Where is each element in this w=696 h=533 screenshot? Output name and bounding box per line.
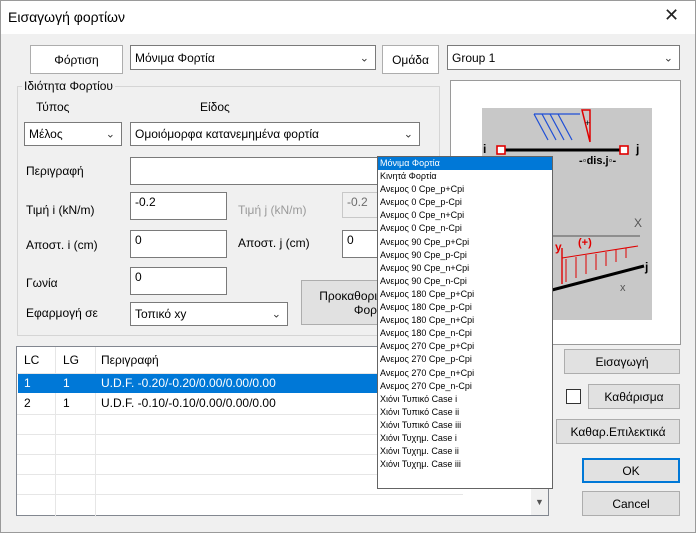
dropdown-item[interactable]: Ανεμος 90 Cpe_p+Cpi xyxy=(378,236,552,249)
cell-lc: 1 xyxy=(24,376,31,390)
dropdown-item[interactable]: Ανεμος 0 Cpe_p-Cpi xyxy=(378,196,552,209)
cell-description: U.D.F. -0.20/-0.20/0.00/0.00/0.00 xyxy=(101,376,276,390)
chevron-down-icon: ⌄ xyxy=(359,52,369,64)
ok-button[interactable]: OK xyxy=(582,458,680,483)
type-label: Τύπος xyxy=(36,100,70,114)
tab-loading[interactable]: Φόρτιση xyxy=(30,45,123,74)
dropdown-item[interactable]: Μόνιμα Φορτία xyxy=(378,157,552,171)
dropdown-item[interactable]: Ανεμος 90 Cpe_p-Cpi xyxy=(378,249,552,262)
chevron-down-icon: ⌄ xyxy=(105,128,115,141)
dropdown-item[interactable]: Ανεμος 90 Cpe_n-Cpi xyxy=(378,275,552,288)
dropdown-item[interactable]: Χιόνι Τυχημ. Case i xyxy=(378,432,552,445)
dropdown-item[interactable]: Ανεμος 180 Cpe_p-Cpi xyxy=(378,301,552,314)
dropdown-item[interactable]: Ανεμος 270 Cpe_p-Cpi xyxy=(378,353,552,366)
dropdown-item[interactable]: Ανεμος 180 Cpe_n+Cpi xyxy=(378,314,552,327)
dropdown-item[interactable]: Ανεμος 0 Cpe_n-Cpi xyxy=(378,222,552,235)
type-value: Μέλος xyxy=(29,127,63,141)
type-select[interactable]: Μέλος ⌄ xyxy=(24,122,122,146)
dropdown-item[interactable]: Ανεμος 0 Cpe_p+Cpi xyxy=(378,183,552,196)
kind-select[interactable]: Ομοιόμορφα κατανεμημένα φορτία ⌄ xyxy=(130,122,420,146)
node-j-marker xyxy=(619,145,629,155)
cell-lg: 1 xyxy=(63,396,70,410)
dropdown-item[interactable]: Κινητά Φορτία xyxy=(378,170,552,183)
node-i-marker xyxy=(496,145,506,155)
chevron-down-icon: ⌄ xyxy=(403,128,413,141)
window-title: Εισαγωγή φορτίων xyxy=(8,9,125,25)
dropdown-item[interactable]: Ανεμος 0 Cpe_n+Cpi xyxy=(378,209,552,222)
load-case-dropdown[interactable]: Μόνιμα Φορτία Κινητά Φορτία Ανεμος 0 Cpe_p… xyxy=(377,156,553,489)
angle-label: Γωνία xyxy=(26,276,58,290)
load-arrows-icon xyxy=(533,113,580,141)
scroll-down-icon[interactable]: ▼ xyxy=(535,497,544,507)
kind-value: Ομοιόμορφα κατανεμημένα φορτία xyxy=(135,127,319,141)
node-j-label: j xyxy=(636,142,640,156)
description-input[interactable] xyxy=(130,157,380,185)
group-value: Group 1 xyxy=(452,50,496,65)
predefined-loads-button[interactable]: Προκαθορι Φορ xyxy=(301,280,381,325)
dist-j-input[interactable]: 0 xyxy=(342,230,378,258)
cell-description: U.D.F. -0.10/-0.10/0.00/0.00/0.00 xyxy=(101,396,276,410)
value-j-label: Τιμή j (kN/m) xyxy=(238,203,307,217)
chevron-down-icon: ⌄ xyxy=(271,308,281,321)
properties-group-title: Ιδιότητα Φορτίου xyxy=(22,79,115,93)
predefined-line2: Φορ xyxy=(353,302,377,317)
column-header-lc[interactable]: LC xyxy=(24,353,39,367)
apply-label: Εφαρμογή σε xyxy=(26,306,98,320)
dropdown-item[interactable]: Χιόνι Τυχημ. Case iii xyxy=(378,458,552,471)
cell-lg: 1 xyxy=(63,376,70,390)
value-i-label: Τιμή i (kN/m) xyxy=(26,203,95,217)
dropdown-item[interactable]: Ανεμος 270 Cpe_p+Cpi xyxy=(378,340,552,353)
plus-sign-label: + xyxy=(585,118,591,128)
dropdown-item[interactable]: Χιόνι Τυπικό Case ii xyxy=(378,406,552,419)
dropdown-item[interactable]: Ανεμος 180 Cpe_n-Cpi xyxy=(378,327,552,340)
tab-group[interactable]: Ομάδα xyxy=(382,45,439,74)
load-baseline xyxy=(561,245,639,259)
predefined-line1: Προκαθορι xyxy=(319,288,377,303)
load-case-select[interactable]: Μόνιμα Φορτία ⌄ xyxy=(130,45,376,70)
close-icon[interactable]: ✕ xyxy=(664,5,679,26)
dropdown-item[interactable]: Ανεμος 270 Cpe_n+Cpi xyxy=(378,367,552,380)
value-j-input: -0.2 xyxy=(342,192,378,218)
dropdown-item[interactable]: Χιόνι Τυπικό Case i xyxy=(378,393,552,406)
dropdown-item[interactable]: Χιόνι Τυχημ. Case ii xyxy=(378,445,552,458)
dist-i-input[interactable]: 0 xyxy=(130,230,227,258)
clear-selected-button[interactable]: Καθαρ.Επιλεκτικά xyxy=(556,419,680,444)
axis-x-label: X xyxy=(634,216,643,230)
node-i-label: i xyxy=(483,142,487,156)
cancel-button[interactable]: Cancel xyxy=(582,491,680,516)
distance-label: -◦dis.j◦- xyxy=(579,155,617,167)
column-header-lg[interactable]: LG xyxy=(63,353,79,367)
axis-y-label: y xyxy=(555,240,562,254)
row-separator xyxy=(17,494,463,495)
dropdown-item[interactable]: Ανεμος 90 Cpe_n+Cpi xyxy=(378,262,552,275)
apply-select[interactable]: Τοπικό xy ⌄ xyxy=(130,302,288,326)
clear-button[interactable]: Καθάρισμα xyxy=(588,384,680,409)
group-select[interactable]: Group 1 ⌄ xyxy=(447,45,680,70)
sign-label: (+) xyxy=(578,237,592,249)
load-case-value: Μόνιμα Φορτία xyxy=(135,50,215,65)
apply-value: Τοπικό xy xyxy=(135,307,187,321)
dropdown-item[interactable]: Ανεμος 270 Cpe_n-Cpi xyxy=(378,380,552,393)
angle-input[interactable]: 0 xyxy=(130,267,227,295)
chevron-down-icon: ⌄ xyxy=(663,52,673,64)
dropdown-item[interactable]: Χιόνι Τυπικό Case iii xyxy=(378,419,552,432)
column-header-description[interactable]: Περιγραφή xyxy=(101,353,159,367)
kind-label: Είδος xyxy=(200,100,230,114)
local-x-label: x xyxy=(620,282,626,294)
insert-button[interactable]: Εισαγωγή xyxy=(564,349,680,374)
node-j2-label: j xyxy=(645,260,649,274)
dist-i-label: Αποστ. i (cm) xyxy=(26,238,98,252)
value-i-input[interactable]: -0.2 xyxy=(130,192,227,220)
description-label: Περιγραφή xyxy=(26,164,84,178)
cell-lc: 2 xyxy=(24,396,31,410)
clear-checkbox[interactable] xyxy=(566,389,581,404)
dist-j-label: Αποστ. j (cm) xyxy=(238,236,310,250)
dropdown-list: Μόνιμα Φορτία Κινητά Φορτία Ανεμος 0 Cpe_p… xyxy=(378,157,552,471)
dropdown-item[interactable]: Ανεμος 180 Cpe_p+Cpi xyxy=(378,288,552,301)
